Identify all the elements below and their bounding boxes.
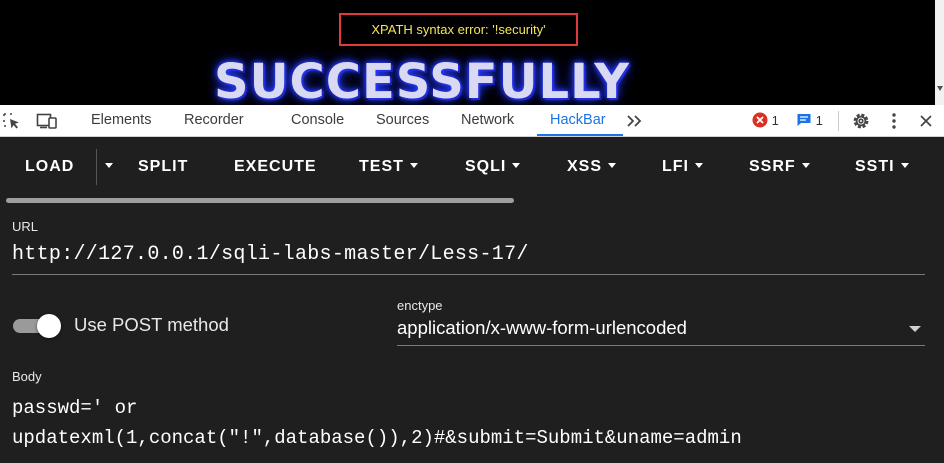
toolbar-divider <box>838 111 839 131</box>
enctype-label: enctype <box>397 298 443 313</box>
split-button[interactable]: SPLIT <box>138 137 188 197</box>
test-menu-button[interactable]: TEST <box>359 137 418 197</box>
chevron-down-icon <box>409 162 418 168</box>
settings-icon[interactable] <box>851 111 871 129</box>
load-dropdown-button[interactable] <box>99 137 113 197</box>
scroll-down-arrow-icon[interactable] <box>937 86 943 91</box>
url-input-underline <box>12 274 925 275</box>
message-count: 1 <box>815 113 823 128</box>
sqli-menu-button[interactable]: SQLI <box>465 137 521 197</box>
sqli-label: SQLI <box>465 158 507 175</box>
tab-elements[interactable]: Elements <box>91 105 151 136</box>
test-label: TEST <box>359 158 404 175</box>
load-button[interactable]: LOAD <box>25 137 74 197</box>
hackbar-form: URL http://127.0.0.1/sqli-labs-master/Le… <box>0 205 944 463</box>
close-icon[interactable] <box>918 112 938 130</box>
xss-label: XSS <box>567 158 603 175</box>
active-tab-indicator <box>537 134 623 136</box>
error-text: XPATH syntax error: '!security' <box>371 22 546 37</box>
tab-console[interactable]: Console <box>291 105 344 136</box>
inspect-element-icon[interactable] <box>2 112 22 130</box>
post-method-toggle[interactable] <box>13 314 61 338</box>
xss-menu-button[interactable]: XSS <box>567 137 617 197</box>
xpath-error-message: XPATH syntax error: '!security' <box>339 13 578 46</box>
error-count: 1 <box>771 113 779 128</box>
post-method-label: Use POST method <box>74 314 229 335</box>
message-counter[interactable]: 1 <box>796 112 823 130</box>
chevron-down-icon <box>801 162 810 168</box>
chevron-down-icon <box>105 162 113 168</box>
chevron-down-icon <box>695 162 703 168</box>
lfi-menu-button[interactable]: LFI <box>662 137 703 197</box>
load-split-divider <box>96 149 97 185</box>
error-counter[interactable]: 1 <box>752 112 779 130</box>
dropdown-arrow-icon <box>909 326 921 332</box>
hackbar-toolbar: LOAD SPLIT EXECUTE TEST SQLI XSS LFI SSR… <box>0 137 944 197</box>
enctype-select[interactable]: application/x-www-form-urlencoded <box>397 317 925 345</box>
toggle-thumb <box>37 314 61 338</box>
ssrf-label: SSRF <box>749 158 796 175</box>
more-tabs-icon[interactable] <box>625 112 645 130</box>
toolbar-scrollbar-thumb[interactable] <box>6 198 514 203</box>
tab-sources[interactable]: Sources <box>376 105 429 136</box>
error-icon <box>752 112 768 128</box>
chevron-down-icon <box>900 162 909 168</box>
ssti-menu-button[interactable]: SSTI <box>855 137 909 197</box>
tab-network[interactable]: Network <box>461 105 514 136</box>
message-icon <box>797 114 811 126</box>
devtools-tab-bar: Elements Recorder Console Sources Networ… <box>0 105 944 137</box>
execute-button[interactable]: EXECUTE <box>234 137 317 197</box>
page-scrollbar[interactable] <box>935 0 944 105</box>
lfi-label: LFI <box>662 158 689 175</box>
chevron-down-icon <box>512 162 521 168</box>
tab-hackbar[interactable]: HackBar <box>550 105 606 136</box>
body-label: Body <box>12 369 42 384</box>
chevron-down-icon <box>608 162 617 168</box>
enctype-value: application/x-www-form-urlencoded <box>397 317 687 338</box>
page-viewport: XPATH syntax error: '!security' SUCCESSF… <box>0 0 944 105</box>
success-banner: SUCCESSFULLY <box>214 54 630 105</box>
url-label: URL <box>12 219 39 234</box>
url-input[interactable]: http://127.0.0.1/sqli-labs-master/Less-1… <box>12 243 529 266</box>
tab-recorder[interactable]: Recorder <box>184 105 244 136</box>
device-toolbar-icon[interactable] <box>36 112 57 130</box>
ssrf-menu-button[interactable]: SSRF <box>749 137 810 197</box>
enctype-underline <box>397 345 925 346</box>
ssti-label: SSTI <box>855 158 895 175</box>
body-textarea[interactable]: passwd=' or updatexml(1,concat("!",datab… <box>12 393 932 453</box>
toolbar-scrollbar[interactable] <box>0 197 944 205</box>
kebab-menu-icon[interactable] <box>889 112 909 130</box>
